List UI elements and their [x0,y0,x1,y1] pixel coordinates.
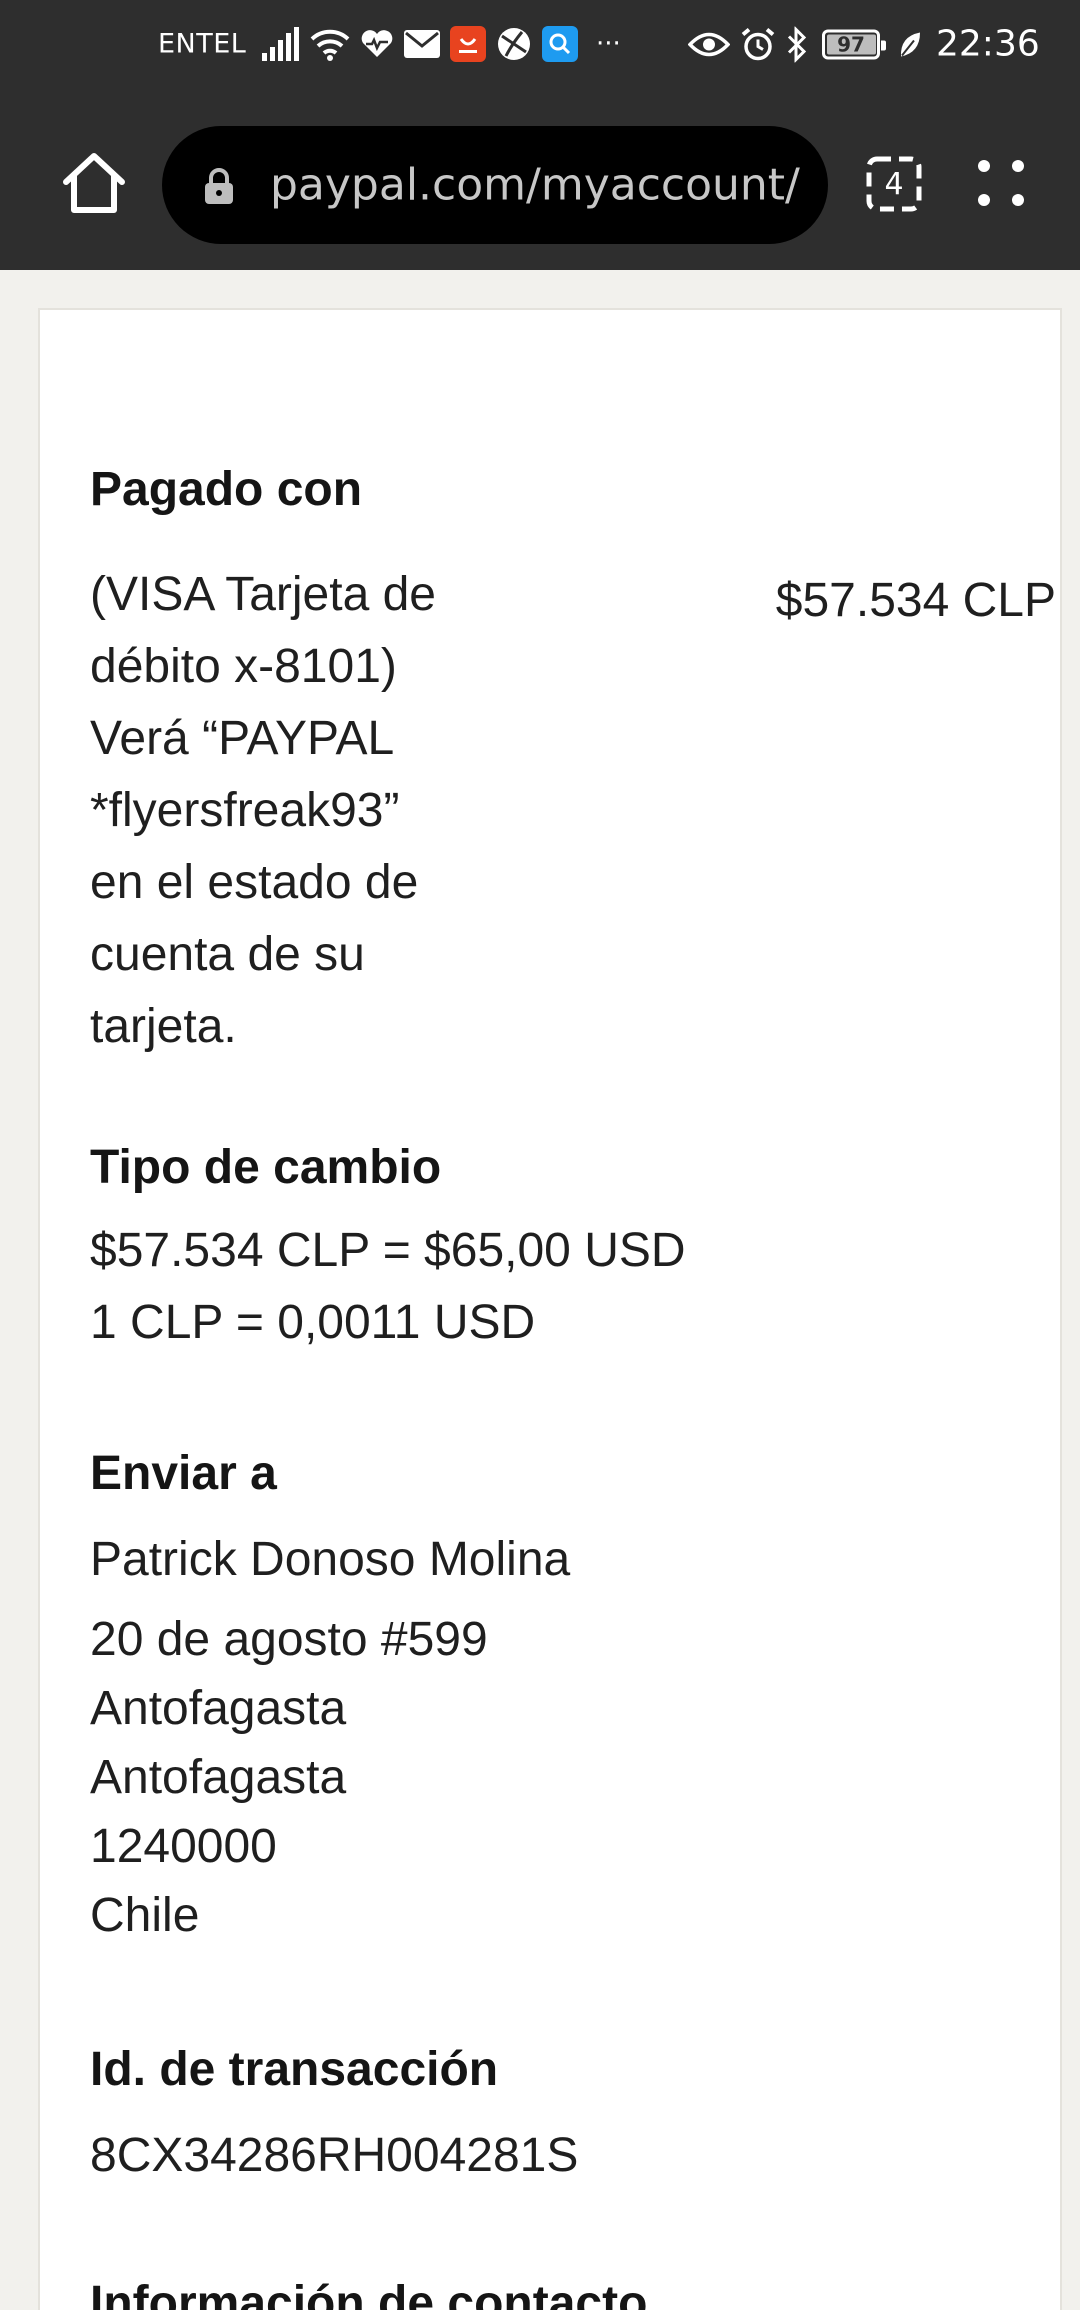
shopping-app-icon [450,26,486,62]
exchange-rate-line: 1 CLP = 0,0011 USD [90,1296,536,1349]
battery-icon: 97 [822,29,886,59]
ship-to-heading: Enviar a [90,1447,277,1500]
alarm-icon [740,26,776,62]
menu-button[interactable] [976,158,1026,208]
contact-info-heading: Información de contacto [90,2277,648,2310]
search-app-icon [542,26,578,62]
address-line: 1240000 [90,1820,277,1873]
battery-level-text: 97 [837,32,865,56]
exchange-rate-heading: Tipo de cambio [90,1141,442,1194]
carrier-name: ENTEL [158,28,247,60]
home-icon [63,153,125,213]
paid-with-line: *flyersfreak93” [90,784,400,837]
menu-icon [978,160,1024,206]
signal-icon [262,27,300,61]
exchange-rate-line: $57.534 CLP = $65,00 USD [90,1224,686,1277]
health-heart-icon [360,29,394,59]
paid-amount: $57.534 CLP [775,574,1056,627]
address-bar[interactable]: paypal.com/myaccount/a [162,126,828,244]
paid-with-line: cuenta de su [90,928,365,981]
browser-toolbar: paypal.com/myaccount/a 4 [0,88,1080,270]
browser-app-icon [496,26,532,62]
tab-count: 4 [884,166,904,202]
clock: 22:36 [936,23,1040,65]
recipient-name: Patrick Donoso Molina [90,1533,571,1586]
address-line: Antofagasta [90,1751,347,1804]
address-line: Chile [90,1889,200,1942]
transaction-id: 8CX34286RH004281S [90,2129,579,2182]
status-bar: ENTEL ··· 97 22:36 [0,0,1080,88]
transaction-id-heading: Id. de transacción [90,2043,499,2096]
bluetooth-icon [786,26,808,62]
lock-icon [204,168,234,204]
page-content: Pagado con (VISA Tarjeta de débito x-810… [0,270,1080,2310]
paid-with-line: Verá “PAYPAL [90,712,395,765]
eye-icon [688,30,730,58]
tabs-button[interactable]: 4 [866,156,922,212]
status-icons-right: 97 22:36 [688,24,1040,65]
paid-with-heading: Pagado con [90,463,363,516]
mail-icon [404,30,440,58]
paid-with-line: débito x-8101) [90,640,397,693]
paid-with-line: tarjeta. [90,1000,237,1053]
wifi-icon [310,27,350,61]
paid-with-line: en el estado de [90,856,419,909]
transaction-details-card: Pagado con (VISA Tarjeta de débito x-810… [38,308,1062,2310]
leaf-icon [898,30,922,58]
more-notifications-indicator: ··· [596,29,621,59]
address-line: 20 de agosto #599 [90,1613,488,1666]
status-icons-left: ··· [262,26,621,62]
address-line: Antofagasta [90,1682,347,1735]
url-text[interactable]: paypal.com/myaccount/a [270,160,800,211]
paid-with-line: (VISA Tarjeta de [90,568,436,621]
home-button[interactable] [58,148,130,218]
